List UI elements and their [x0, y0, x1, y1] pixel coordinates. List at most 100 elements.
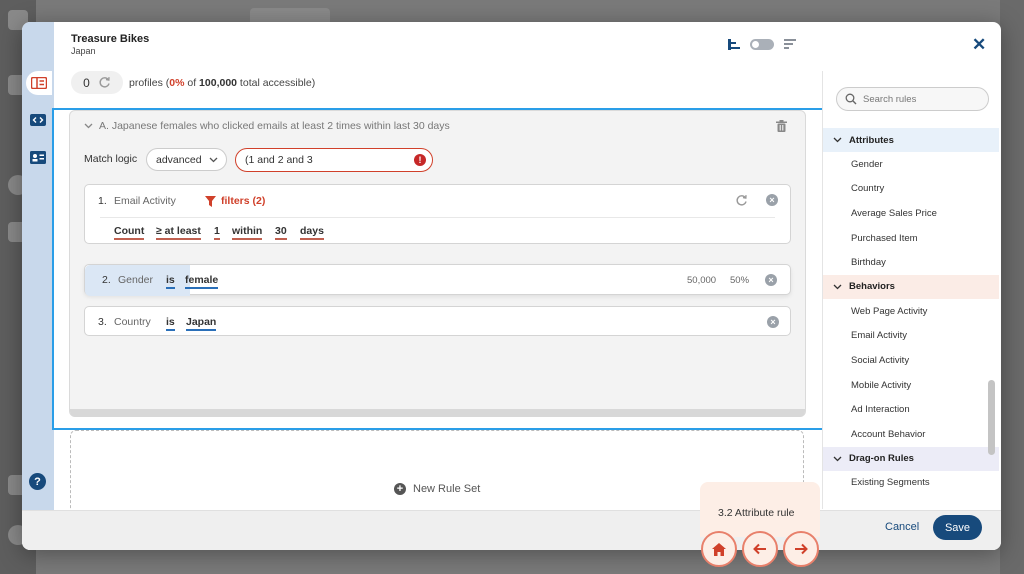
- rule-country[interactable]: 3. Country is Japan ×: [84, 306, 791, 336]
- rule-builder-icon: [31, 77, 47, 89]
- plus-icon: +: [394, 483, 406, 495]
- panel-scrollbar[interactable]: [988, 380, 995, 455]
- rules-panel: Search rules Attributes Gender Country A…: [822, 71, 1001, 509]
- arrow-left-icon: [753, 543, 766, 555]
- save-button[interactable]: Save: [933, 515, 982, 540]
- chevron-down-icon: [833, 456, 842, 461]
- rule-number: 1.: [98, 195, 107, 207]
- profile-count: 0: [83, 75, 90, 90]
- group-drag-on-rules[interactable]: Drag-on Rules: [823, 446, 999, 471]
- close-button[interactable]: ✕: [972, 35, 986, 55]
- segment-editor-modal: ? Treasure Bikes Japan ✕ 0 profiles (0% …: [22, 22, 1001, 550]
- group-attributes[interactable]: Attributes: [823, 128, 999, 152]
- segment-title: Treasure Bikes: [71, 33, 150, 45]
- match-logic-select[interactable]: advanced: [146, 148, 227, 171]
- list-view-icon[interactable]: [784, 39, 796, 50]
- group-label: Drag-on Rules: [849, 453, 914, 465]
- rule-set-title: A. Japanese females who clicked emails a…: [99, 120, 450, 132]
- rule-item-social-activity[interactable]: Social Activity: [823, 348, 999, 373]
- refresh-icon[interactable]: [98, 76, 111, 89]
- rule-item-gender[interactable]: Gender: [823, 152, 999, 177]
- filters-button[interactable]: filters (2): [205, 195, 265, 207]
- value-token[interactable]: Japan: [186, 316, 217, 331]
- group-label: Attributes: [849, 134, 894, 146]
- view-toggle-group: [728, 39, 796, 50]
- filters-label: filters (2): [221, 195, 266, 207]
- period-unit-token[interactable]: days: [300, 225, 324, 240]
- rule-item-email-activity[interactable]: Email Activity: [823, 324, 999, 349]
- rule-item-existing-segments[interactable]: Existing Segments: [823, 471, 999, 496]
- rule-number: 2.: [102, 274, 111, 286]
- error-icon: !: [414, 154, 426, 166]
- logic-expression-value: (1 and 2 and 3: [245, 154, 313, 166]
- new-rule-set-button[interactable]: + New Rule Set: [394, 483, 480, 495]
- chart-view-icon[interactable]: [728, 39, 740, 50]
- group-label: Behaviors: [849, 281, 895, 293]
- code-view-tab[interactable]: [28, 110, 48, 130]
- rule-item-ad-interaction[interactable]: Ad Interaction: [823, 397, 999, 422]
- profiles-of: of: [184, 77, 200, 89]
- rule-set-header[interactable]: A. Japanese females who clicked emails a…: [84, 120, 450, 132]
- chevron-down-icon: [833, 284, 842, 290]
- rule-number: 3.: [98, 316, 107, 328]
- profile-view-tab[interactable]: [28, 147, 48, 167]
- rule-item-average-sales-price[interactable]: Average Sales Price: [823, 201, 999, 226]
- operator-token[interactable]: is: [166, 316, 175, 331]
- rule-label: Country: [114, 316, 151, 328]
- rule-item-birthday[interactable]: Birthday: [823, 250, 999, 275]
- remove-rule-icon[interactable]: ×: [765, 274, 777, 286]
- tour-home-button[interactable]: [701, 531, 737, 567]
- profiles-total: 100,000: [199, 77, 238, 89]
- tour-step-label: 3.2 Attribute rule: [718, 507, 795, 519]
- cancel-button[interactable]: Cancel: [885, 521, 919, 533]
- rule-item-web-page-activity[interactable]: Web Page Activity: [823, 299, 999, 324]
- id-card-icon: [30, 150, 46, 164]
- tour-back-button[interactable]: [742, 531, 778, 567]
- segment-subtitle: Japan: [71, 46, 96, 56]
- divider: [100, 217, 775, 218]
- trash-icon[interactable]: [776, 120, 787, 132]
- chevron-down-icon: [84, 123, 93, 129]
- operator-token[interactable]: ≥ at least: [156, 225, 201, 240]
- rule-library: Attributes Gender Country Average Sales …: [823, 128, 999, 495]
- remove-rule-icon[interactable]: ×: [767, 316, 779, 328]
- profiles-suffix: total accessible): [237, 77, 316, 89]
- profiles-prefix: profiles (: [129, 77, 170, 89]
- chevron-down-icon: [833, 137, 842, 143]
- remove-rule-icon[interactable]: ×: [766, 194, 778, 206]
- rule-builder-tab[interactable]: [26, 71, 52, 95]
- search-icon: [845, 93, 857, 105]
- logic-expression-input[interactable]: (1 and 2 and 3 !: [235, 148, 433, 172]
- match-logic-value: advanced: [156, 153, 202, 166]
- profile-count-pill: 0: [71, 71, 123, 94]
- rule-set-footer-bar: [70, 409, 805, 417]
- view-toggle[interactable]: [750, 39, 774, 50]
- rule-label: Email Activity: [114, 195, 176, 207]
- rule-email-activity[interactable]: 1. Email Activity filters (2) Count ≥ at…: [84, 184, 791, 244]
- profiles-percent: 0%: [169, 77, 185, 89]
- within-token[interactable]: within: [232, 225, 263, 240]
- group-behaviors[interactable]: Behaviors: [823, 274, 999, 299]
- search-rules-input[interactable]: Search rules: [836, 87, 989, 111]
- operator-token[interactable]: is: [166, 274, 175, 289]
- rule-item-purchased-item[interactable]: Purchased Item: [823, 226, 999, 251]
- aggregate-token[interactable]: Count: [114, 225, 145, 240]
- refresh-icon[interactable]: [735, 194, 748, 207]
- match-count: 50,000: [687, 275, 717, 286]
- filter-icon: [205, 195, 216, 207]
- profiles-summary: profiles (0% of 100,000 total accessible…: [129, 77, 315, 89]
- value-token[interactable]: female: [185, 274, 219, 289]
- rule-item-mobile-activity[interactable]: Mobile Activity: [823, 373, 999, 398]
- new-rule-set-label: New Rule Set: [413, 483, 481, 495]
- rule-item-account-behavior[interactable]: Account Behavior: [823, 422, 999, 447]
- modal-footer: [22, 510, 1001, 550]
- home-icon: [712, 542, 726, 556]
- count-value-token[interactable]: 1: [214, 225, 220, 240]
- rule-gender[interactable]: 2. Gender is female 50,000 50% ×: [84, 264, 791, 296]
- period-value-token[interactable]: 30: [275, 225, 287, 240]
- search-placeholder: Search rules: [863, 93, 917, 105]
- help-button[interactable]: ?: [29, 473, 46, 490]
- match-percent: 50%: [730, 275, 750, 286]
- tour-next-button[interactable]: [783, 531, 819, 567]
- rule-item-country[interactable]: Country: [823, 177, 999, 202]
